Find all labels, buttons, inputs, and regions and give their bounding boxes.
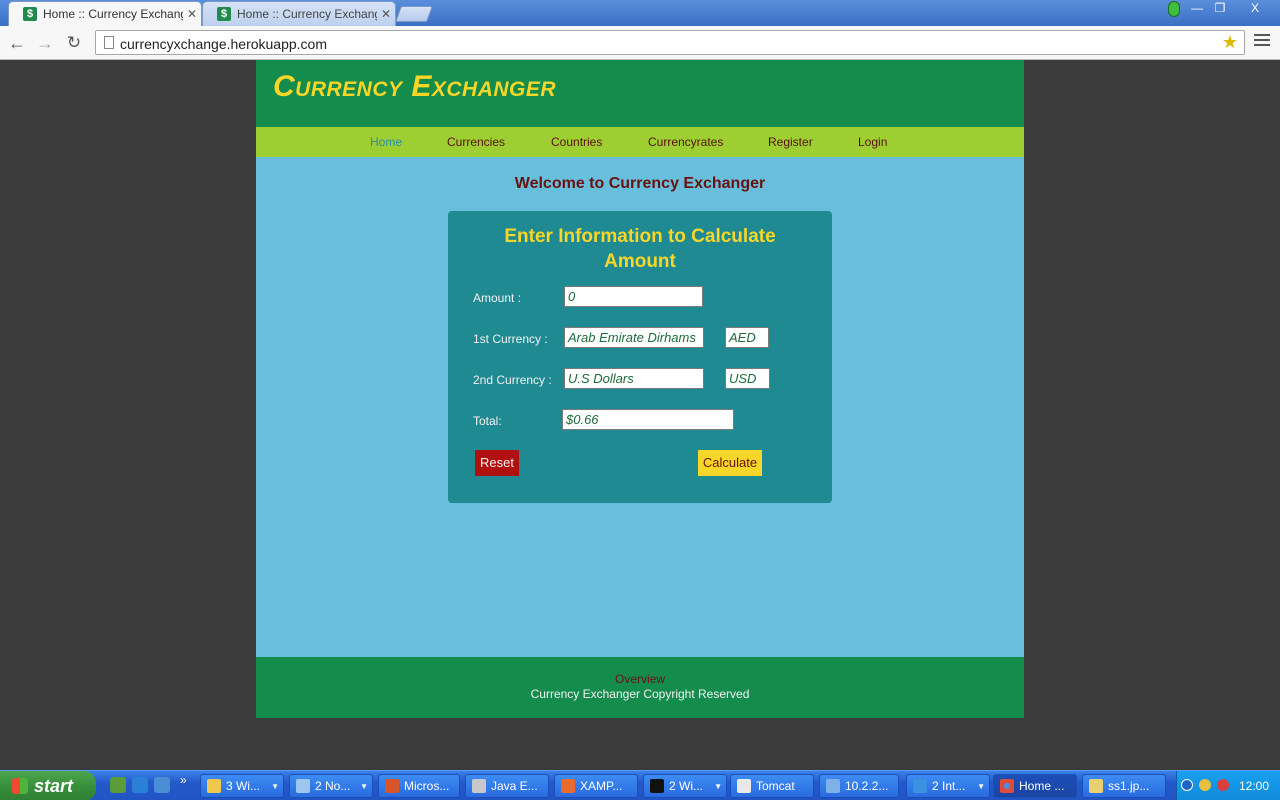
- close-tab-icon[interactable]: ✕: [377, 7, 395, 21]
- new-tab-button[interactable]: [395, 6, 433, 22]
- bookmark-star-icon[interactable]: ★: [1222, 32, 1238, 53]
- calculator-title-line2: Amount: [604, 251, 676, 272]
- total-output: $0.66: [562, 409, 734, 430]
- tray-collapse-icon[interactable]: [1181, 779, 1193, 791]
- welcome-heading: Welcome to Currency Exchanger: [514, 175, 766, 192]
- nav-login[interactable]: Login: [858, 135, 887, 149]
- calculate-button[interactable]: Calculate: [698, 450, 762, 476]
- chrome-icon: [1000, 779, 1014, 793]
- forward-arrow-icon[interactable]: →: [34, 32, 56, 54]
- folder-icon: [207, 779, 221, 793]
- dollar-favicon-icon: $: [217, 7, 231, 21]
- ie-icon: [913, 779, 927, 793]
- remote-desktop-icon: [826, 779, 840, 793]
- taskbar-item-microsoft[interactable]: Micros...: [378, 774, 460, 798]
- xampp-icon: [561, 779, 575, 793]
- nav-countries[interactable]: Countries: [551, 135, 602, 149]
- browser-tab-inactive[interactable]: $ Home :: Currency Exchanger ✕: [202, 1, 396, 26]
- quicklaunch-more-icon[interactable]: »: [180, 773, 187, 787]
- taskbar-item-java[interactable]: Java E...: [465, 774, 549, 798]
- office-icon: [385, 779, 399, 793]
- ie-icon[interactable]: [132, 777, 148, 793]
- currency2-label: 2nd Currency :: [473, 373, 552, 387]
- taskbar-item-explorer[interactable]: 3 Wi... ▼: [200, 774, 284, 798]
- page-icon: [104, 36, 114, 49]
- quicklaunch-icon-3[interactable]: [154, 777, 170, 793]
- taskbar-item-tomcat[interactable]: Tomcat: [730, 774, 814, 798]
- currency1-code-input[interactable]: AED: [725, 327, 769, 348]
- footer-copyright: Currency Exchanger Copyright Reserved: [530, 687, 750, 701]
- nav-register[interactable]: Register: [768, 135, 813, 149]
- reload-icon[interactable]: ↻: [63, 32, 85, 54]
- taskbar-item-ie[interactable]: 2 Int... ▼: [906, 774, 990, 798]
- taskbar-item-notepad[interactable]: 2 No... ▼: [289, 774, 373, 798]
- site-logo[interactable]: Currency Exchanger: [273, 70, 556, 104]
- browser-toolbar: ← → ↻ currencyxchange.herokuapp.com ★: [0, 26, 1280, 60]
- system-tray: 12:00: [1176, 771, 1280, 800]
- site-header: Currency Exchanger: [256, 60, 1024, 127]
- nav-currencies[interactable]: Currencies: [447, 135, 505, 149]
- minimize-button[interactable]: —: [1186, 0, 1208, 18]
- shield-icon: [1168, 1, 1180, 17]
- tab-title: Home :: Currency Exchanger: [237, 7, 377, 21]
- calculator-panel: Enter Information to Calculate Amount Am…: [448, 211, 832, 503]
- tray-app-icon[interactable]: [1199, 779, 1211, 791]
- tomcat-icon: [737, 779, 751, 793]
- footer-overview-link[interactable]: Overview: [256, 672, 1024, 686]
- notepad-icon: [296, 779, 310, 793]
- url-text[interactable]: currencyxchange.herokuapp.com: [120, 36, 327, 52]
- browser-tab-active[interactable]: $ Home :: Currency Exchanger ✕: [8, 1, 202, 26]
- amount-input[interactable]: 0: [564, 286, 703, 307]
- currency2-name-input[interactable]: U.S Dollars: [564, 368, 704, 389]
- terminal-icon: [650, 779, 664, 793]
- reset-button[interactable]: Reset: [475, 450, 519, 476]
- close-window-button[interactable]: X: [1236, 0, 1274, 18]
- amount-label: Amount :: [473, 291, 522, 305]
- web-page: Currency Exchanger Home Currencies Count…: [256, 60, 1024, 718]
- clock[interactable]: 12:00: [1239, 779, 1269, 793]
- back-arrow-icon[interactable]: ←: [6, 32, 28, 54]
- taskbar-item-cmd[interactable]: 2 Wi... ▼: [643, 774, 727, 798]
- taskbar-item-chrome[interactable]: Home ...: [993, 774, 1077, 798]
- dollar-favicon-icon: $: [23, 7, 37, 21]
- start-label: start: [34, 775, 74, 796]
- nav-home[interactable]: Home: [370, 135, 402, 149]
- calculator-title: Enter Information to Calculate Amount: [448, 224, 832, 274]
- windows-taskbar: start » 3 Wi... ▼ 2 No... ▼ Micros... Java…: [0, 770, 1280, 800]
- tray-antivirus-icon[interactable]: [1217, 779, 1229, 791]
- gear-icon: [472, 779, 486, 793]
- address-bar[interactable]: currencyxchange.herokuapp.com ★: [95, 30, 1245, 55]
- taskbar-item-xampp[interactable]: XAMP...: [554, 774, 638, 798]
- total-label: Total:: [473, 414, 502, 428]
- calculator-title-line1: Enter Information to Calculate: [504, 226, 776, 247]
- site-footer: Overview Currency Exchanger Copyright Re…: [256, 657, 1024, 718]
- browser-titlebar: $ Home :: Currency Exchanger ✕ $ Home ::…: [0, 0, 1280, 26]
- start-button[interactable]: start: [0, 771, 96, 800]
- taskbar-item-image[interactable]: ss1.jp...: [1082, 774, 1166, 798]
- image-icon: [1089, 779, 1103, 793]
- currency1-name-input[interactable]: Arab Emirate Dirhams: [564, 327, 704, 348]
- windows-logo-icon: [12, 778, 28, 794]
- chrome-menu-icon[interactable]: [1254, 34, 1270, 52]
- tab-title: Home :: Currency Exchanger: [43, 7, 183, 21]
- close-tab-icon[interactable]: ✕: [183, 7, 201, 21]
- quicklaunch-icon-1[interactable]: [110, 777, 126, 793]
- maximize-button[interactable]: ❐: [1209, 0, 1231, 18]
- taskbar-item-remote[interactable]: 10.2.2...: [819, 774, 899, 798]
- currency1-label: 1st Currency :: [473, 332, 548, 346]
- currency2-code-input[interactable]: USD: [725, 368, 770, 389]
- site-navbar: Home Currencies Countries Currencyrates …: [256, 127, 1024, 157]
- nav-currencyrates[interactable]: Currencyrates: [648, 135, 723, 149]
